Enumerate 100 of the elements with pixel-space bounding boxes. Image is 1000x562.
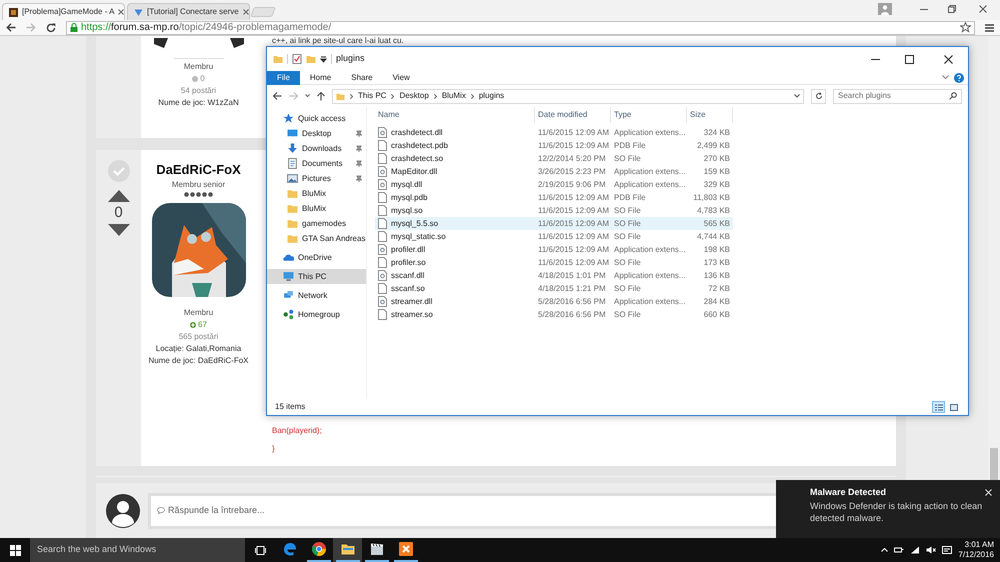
search-icon[interactable] [949, 92, 957, 100]
star-icon [283, 113, 294, 124]
reload-icon[interactable] [46, 22, 56, 32]
pin-icon[interactable] [356, 175, 362, 182]
nav-item[interactable]: Documents [267, 156, 366, 171]
ribbon-tab[interactable]: Home [300, 70, 342, 84]
file-row[interactable]: profiler.so 11/6/2015 12:09 AM SO File 173 KB [375, 256, 733, 269]
refresh-button[interactable] [811, 88, 826, 104]
username[interactable]: DaEdRiC-FoX [156, 160, 241, 180]
chevron-right-icon[interactable] [470, 94, 474, 98]
close-tab-icon[interactable] [242, 9, 249, 15]
clock-time[interactable]: 3:01 AM [964, 540, 994, 550]
upvote-arrow-icon[interactable] [108, 190, 130, 202]
user-profile-icon[interactable] [878, 3, 892, 15]
chevron-right-icon[interactable] [391, 94, 394, 98]
close-icon [944, 54, 952, 64]
chevron-right-icon[interactable] [434, 94, 437, 98]
back-arrow-icon[interactable] [6, 23, 16, 32]
nav-item[interactable]: Network [267, 288, 366, 303]
clapperboard-icon[interactable] [370, 542, 384, 556]
folder-icon[interactable] [340, 542, 354, 556]
nav-item[interactable]: Desktop [267, 126, 366, 141]
file-row[interactable]: profiler.dll 11/6/2015 12:09 AM Application extens... 198 KB [375, 243, 733, 256]
ribbon-tab[interactable]: File [267, 70, 300, 84]
file-row[interactable]: MapEditor.dll 3/26/2015 2:23 PM Application extens... 159 KB [375, 165, 733, 178]
file-row[interactable]: sscanf.dll 4/18/2015 1:01 PM Application extens... 136 KB [375, 269, 733, 282]
close-tab-icon[interactable] [118, 9, 124, 15]
address-bar[interactable]: This PC Desktop BluMix plugins [332, 88, 804, 104]
nav-item[interactable]: Quick access [267, 111, 366, 126]
details-view-button[interactable] [932, 401, 945, 413]
ribbon-tab[interactable]: View [382, 70, 420, 84]
breadcrumb-item[interactable]: plugins [478, 90, 504, 102]
browser-tab[interactable]: [Problema]GameMode - A [2, 3, 125, 20]
bookmark-star-icon[interactable] [960, 22, 971, 33]
vote-count: 0 [114, 202, 123, 223]
pin-icon[interactable] [356, 160, 362, 167]
file-size: 4,783 KB [696, 204, 731, 216]
file-row[interactable]: mysql_5.5.so 11/6/2015 12:09 AM SO File 565 KB [375, 217, 733, 230]
file-name: profiler.so [391, 256, 426, 268]
menu-icon[interactable] [985, 24, 994, 32]
chevron-down-icon[interactable] [794, 94, 800, 98]
file-row[interactable]: mysql_static.so 11/6/2015 12:09 AM SO File 4,744 KB [375, 230, 733, 243]
ribbon-tab[interactable]: Share [341, 70, 383, 84]
notification-toast[interactable]: Malware Detected Windows Defender is taking action to clean detected malware. [776, 480, 1000, 538]
xampp-icon[interactable] [398, 542, 412, 556]
gear-file-icon [378, 270, 387, 281]
wifi-icon[interactable] [910, 546, 920, 554]
nav-item[interactable]: BluMix [267, 186, 366, 201]
file-row[interactable]: mysql.pdb 11/6/2015 12:09 AM PDB File 11,803 KB [375, 191, 733, 204]
file-type: SO File [613, 218, 642, 230]
chrome-icon[interactable] [312, 542, 326, 556]
column-header[interactable]: Name [375, 107, 535, 123]
nav-item[interactable]: gamemodes [267, 216, 366, 231]
file-row[interactable]: mysql.dll 2/19/2015 9:06 PM Application extens... 329 KB [375, 178, 733, 191]
close-icon[interactable] [985, 489, 992, 496]
chevron-down-icon[interactable] [305, 94, 310, 98]
edge-icon[interactable] [282, 542, 296, 556]
nav-item[interactable]: Downloads [267, 141, 366, 156]
nav-item[interactable]: OneDrive [267, 250, 366, 265]
chevron-right-icon[interactable] [350, 94, 353, 98]
downvote-arrow-icon[interactable] [108, 224, 130, 236]
column-header[interactable]: Type [611, 107, 687, 123]
up-arrow-icon[interactable] [317, 92, 325, 100]
browser-tab[interactable]: [Tutorial] Conectare serve [127, 3, 250, 20]
chevron-up-icon[interactable] [881, 548, 888, 552]
dropdown-icon[interactable] [320, 56, 327, 62]
column-header[interactable]: Date modified [535, 107, 611, 123]
breadcrumb-item[interactable]: BluMix [442, 90, 466, 102]
taskbar-app[interactable] [333, 538, 362, 562]
file-row[interactable]: crashdetect.so 12/2/2014 5:20 PM SO File 270 KB [375, 152, 733, 165]
file-row[interactable]: streamer.dll 5/28/2016 6:56 PM Application extens... 284 KB [375, 295, 733, 308]
clock-date[interactable]: 7/12/2016 [958, 550, 994, 560]
file-row[interactable]: sscanf.so 4/18/2015 1:21 PM SO File 72 KB [375, 282, 733, 295]
file-row[interactable]: crashdetect.dll 11/6/2015 12:09 AM Application extens... 324 KB [375, 126, 733, 139]
file-row[interactable]: crashdetect.pdb 11/6/2015 12:09 AM PDB File 2,499 KB [375, 139, 733, 152]
search-field[interactable]: Search plugins [833, 88, 962, 104]
breadcrumb-item[interactable]: This PC [358, 90, 386, 102]
column-header[interactable]: Size [687, 107, 733, 123]
url-field[interactable]: https://forum.sa-mp.ro/topic/24946-problemagamemode/ [66, 20, 975, 34]
nav-item[interactable]: Homegroup [267, 307, 366, 322]
taskbar-search-field[interactable]: Search the web and Windows [30, 538, 245, 562]
help-icon[interactable] [954, 72, 964, 82]
nav-item[interactable]: Pictures [267, 171, 366, 186]
nav-item[interactable]: BluMix [267, 201, 366, 216]
speaker-muted-icon[interactable] [926, 546, 936, 554]
file-row[interactable]: mysql.so 11/6/2015 12:09 AM SO File 4,783 KB [375, 204, 733, 217]
accept-check-icon[interactable] [108, 160, 130, 182]
pin-icon[interactable] [356, 130, 362, 137]
file-row[interactable]: streamer.so 5/28/2016 6:56 PM SO File 660 KB [375, 308, 733, 321]
thumbnails-view-button[interactable] [947, 401, 960, 413]
nav-item[interactable]: This PC [267, 269, 366, 284]
pin-icon[interactable] [356, 145, 362, 152]
computer-icon [283, 271, 294, 282]
properties-icon[interactable] [292, 54, 302, 64]
breadcrumb-item[interactable]: Desktop [399, 90, 429, 102]
chevron-down-icon[interactable] [942, 75, 949, 80]
download-icon [287, 143, 298, 154]
notifications-icon[interactable] [942, 546, 952, 554]
back-arrow-icon[interactable] [273, 92, 282, 100]
nav-item[interactable]: GTA San Andreas [267, 231, 366, 246]
